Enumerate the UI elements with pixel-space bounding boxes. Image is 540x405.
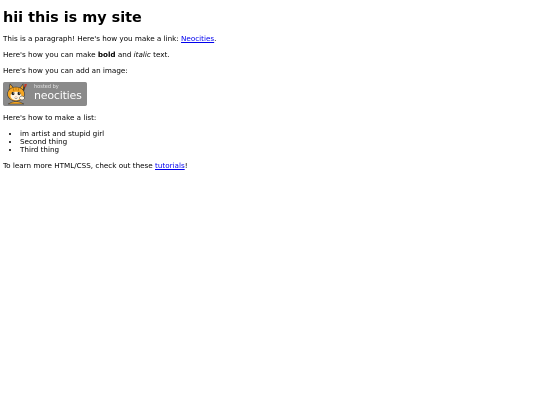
example-list: im artist and stupid girl Second thing T… bbox=[3, 129, 537, 155]
neocities-link[interactable]: Neocities bbox=[181, 34, 214, 43]
neocities-cat-icon bbox=[7, 83, 27, 105]
tutorials-link[interactable]: tutorials bbox=[155, 161, 185, 170]
formatting-text-start: Here's how you can make bbox=[3, 49, 98, 59]
learn-more-paragraph: To learn more HTML/CSS, check out these … bbox=[3, 160, 537, 171]
list-item: im artist and stupid girl bbox=[20, 129, 537, 138]
italic-text: italic bbox=[133, 49, 151, 59]
image-paragraph: Here's how you can add an image: bbox=[3, 65, 128, 75]
list-item: Second thing bbox=[20, 137, 537, 146]
learn-more-text: To learn more HTML/CSS, check out these bbox=[3, 160, 156, 170]
hosted-by-neocities-badge[interactable]: hosted by neocities bbox=[3, 82, 87, 107]
list-intro-paragraph: Here's how to make a list: bbox=[3, 113, 97, 123]
formatting-text-end: text. bbox=[150, 49, 170, 59]
intro-text: This is a paragraph! Here's how you make… bbox=[3, 34, 182, 44]
page-title: hii this is my site bbox=[3, 10, 142, 26]
page-content: hii this is my site This is a paragraph!… bbox=[0, 0, 540, 179]
image-row: hosted by neocities bbox=[3, 82, 537, 107]
formatting-text-middle: and bbox=[115, 49, 134, 59]
learn-more-trailing-text: ! bbox=[184, 160, 188, 170]
formatting-paragraph: Here's how you can make bold and italic … bbox=[3, 49, 537, 60]
intro-trailing-text: . bbox=[214, 34, 217, 44]
badge-neocities-label: neocities bbox=[34, 89, 82, 103]
bold-text: bold bbox=[97, 49, 116, 59]
list-item: Third thing bbox=[20, 146, 537, 155]
intro-paragraph: This is a paragraph! Here's how you make… bbox=[3, 34, 537, 44]
